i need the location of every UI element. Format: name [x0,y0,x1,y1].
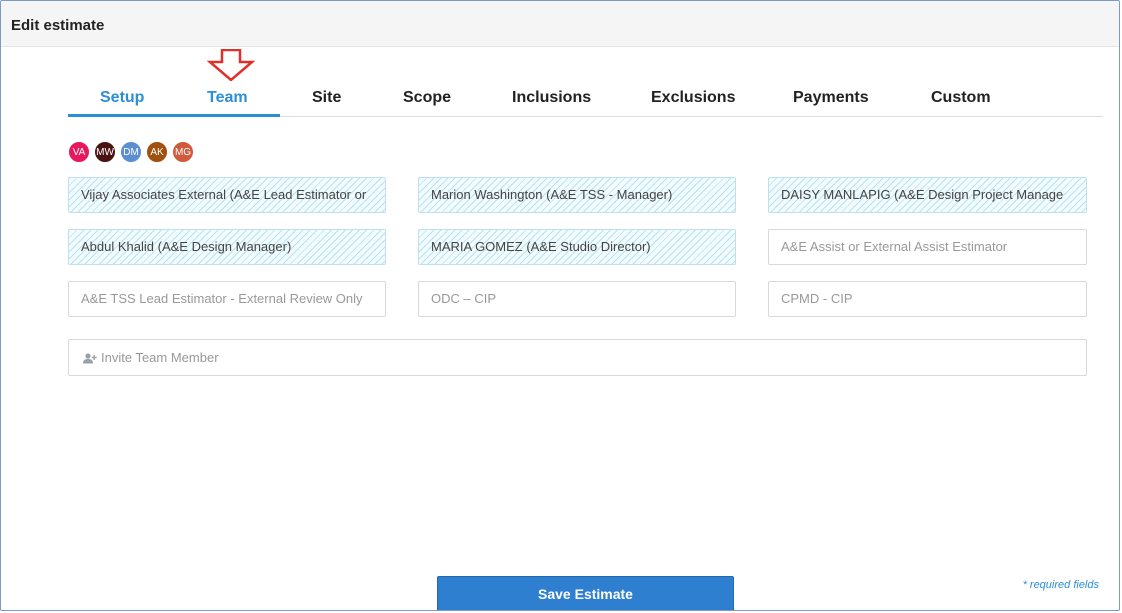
save-estimate-button[interactable]: Save Estimate [437,576,734,610]
tab-setup[interactable]: Setup [100,89,144,107]
team-member-field[interactable]: ODC – CIP [418,281,736,317]
team-member-field[interactable]: A&E TSS Lead Estimator - External Review… [68,281,386,317]
avatar[interactable]: VA [68,141,90,163]
required-fields-note: * required fields [1022,579,1099,591]
invite-team-member-input[interactable]: Invite Team Member [68,339,1087,376]
tab-site[interactable]: Site [312,89,341,107]
invite-label: Invite Team Member [101,350,219,365]
tab-exclusions[interactable]: Exclusions [651,89,735,107]
team-member-field[interactable]: DAISY MANLAPIG (A&E Design Project Manag… [768,177,1087,213]
team-member-field[interactable]: Abdul Khalid (A&E Design Manager) [68,229,386,265]
active-tab-indicator [68,114,280,117]
tab-custom[interactable]: Custom [931,89,991,107]
team-member-field[interactable]: Vijay Associates External (A&E Lead Esti… [68,177,386,213]
avatar[interactable]: MG [172,141,194,163]
tab-payments[interactable]: Payments [793,89,869,107]
tab-inclusions[interactable]: Inclusions [512,89,591,107]
dialog-header: Edit estimate [1,1,1119,47]
add-user-icon [83,353,97,364]
team-member-field[interactable]: MARIA GOMEZ (A&E Studio Director) [418,229,736,265]
avatar[interactable]: MW [94,141,116,163]
tab-scope[interactable]: Scope [403,89,451,107]
down-arrow-icon [207,49,255,81]
avatar[interactable]: DM [120,141,142,163]
edit-estimate-dialog: Edit estimate Setup Team Site Scope Incl… [0,0,1120,611]
estimate-tabs: Setup Team Site Scope Inclusions Exclusi… [68,81,1103,117]
avatar[interactable]: AK [146,141,168,163]
team-member-field[interactable]: Marion Washington (A&E TSS - Manager) [418,177,736,213]
team-member-field[interactable]: A&E Assist or External Assist Estimator [768,229,1087,265]
tab-team[interactable]: Team [207,89,248,107]
team-member-field[interactable]: CPMD - CIP [768,281,1087,317]
dialog-title: Edit estimate [11,17,105,34]
